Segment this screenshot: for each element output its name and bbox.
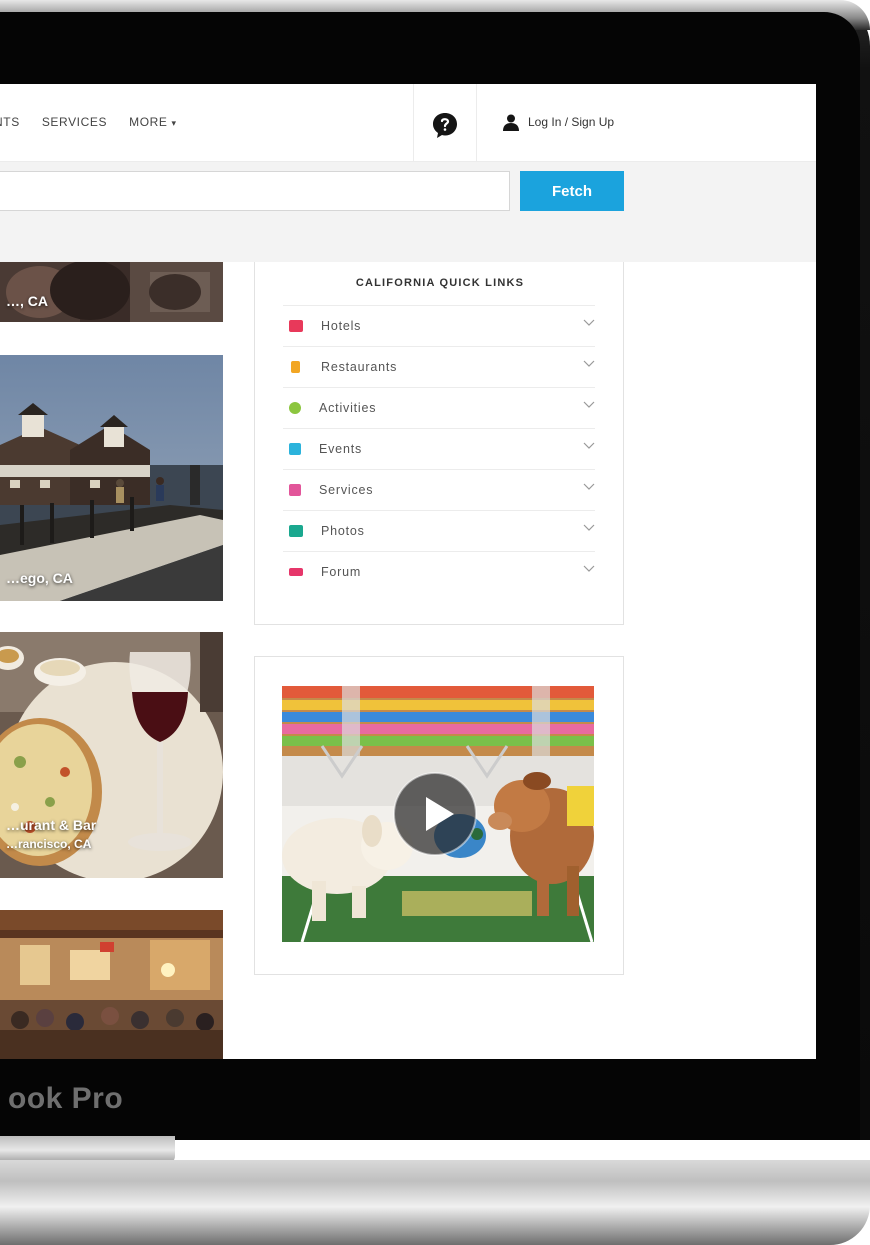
quick-link-services[interactable]: Services bbox=[283, 469, 595, 510]
chevron-down-icon bbox=[583, 360, 595, 367]
device-model-label: ook Pro bbox=[8, 1082, 124, 1115]
search-bar: Fetch bbox=[0, 162, 816, 262]
nav-divider bbox=[413, 84, 414, 162]
quick-link-label: Photos bbox=[321, 524, 365, 538]
quick-link-label: Hotels bbox=[321, 319, 362, 333]
video-thumbnail[interactable] bbox=[282, 686, 594, 942]
chevron-down-icon bbox=[583, 319, 595, 326]
search-input[interactable] bbox=[0, 171, 510, 211]
play-icon[interactable] bbox=[392, 771, 478, 857]
quick-link-label: Restaurants bbox=[321, 360, 398, 374]
card-caption: …ego, CA bbox=[6, 570, 73, 586]
user-icon bbox=[503, 114, 519, 131]
nav-link-events[interactable]: NTS bbox=[0, 115, 20, 129]
events-icon bbox=[289, 443, 301, 455]
nav-link-more[interactable]: MORE ▾ bbox=[129, 115, 177, 129]
nav-divider bbox=[476, 84, 477, 162]
fetch-button[interactable]: Fetch bbox=[520, 171, 624, 211]
top-navigation: NTS SERVICES MORE▾ Log In / Sign Up bbox=[0, 84, 816, 162]
services-bag-icon bbox=[289, 484, 301, 496]
chevron-down-icon bbox=[583, 524, 595, 531]
quick-link-label: Activities bbox=[319, 401, 377, 415]
destination-card[interactable]: …ego, CA bbox=[0, 355, 223, 601]
hotel-bed-icon bbox=[289, 320, 303, 332]
quick-link-activities[interactable]: Activities bbox=[283, 387, 595, 428]
quick-links-title: CALIFORNIA QUICK LINKS bbox=[355, 277, 525, 289]
chevron-down-icon: ▾ bbox=[171, 118, 177, 128]
destination-card[interactable]: …urant & Bar …rancisco, CA bbox=[0, 632, 223, 878]
quick-link-restaurants[interactable]: Restaurants bbox=[283, 346, 595, 387]
restaurant-icon bbox=[291, 361, 300, 373]
destination-card[interactable]: …, CA bbox=[0, 262, 223, 322]
quick-link-label: Forum bbox=[321, 565, 362, 579]
nav-link-more-label: MORE bbox=[129, 115, 168, 129]
laptop-base bbox=[0, 1160, 870, 1245]
video-widget bbox=[254, 656, 624, 975]
quick-links-list: Hotels Restaurants Activities Events Ser bbox=[283, 305, 595, 592]
quick-links-panel: CALIFORNIA QUICK LINKS Hotels Restaurant… bbox=[254, 262, 624, 625]
card-caption: …, CA bbox=[6, 293, 48, 309]
chevron-down-icon bbox=[583, 483, 595, 490]
quick-link-photos[interactable]: Photos bbox=[283, 510, 595, 551]
destination-photo bbox=[0, 355, 223, 601]
quick-link-label: Services bbox=[319, 483, 374, 497]
nav-links: NTS SERVICES MORE▾ bbox=[0, 115, 177, 129]
destination-photo bbox=[0, 910, 223, 1059]
quick-link-forum[interactable]: Forum bbox=[283, 551, 595, 592]
card-caption-line2: …rancisco, CA bbox=[6, 837, 92, 851]
quick-link-label: Events bbox=[319, 442, 363, 456]
quick-link-events[interactable]: Events bbox=[283, 428, 595, 469]
chevron-down-icon bbox=[583, 442, 595, 449]
chevron-down-icon bbox=[583, 401, 595, 408]
destination-card[interactable] bbox=[0, 910, 223, 1059]
nav-link-services[interactable]: SERVICES bbox=[42, 115, 107, 129]
login-signup-link[interactable]: Log In / Sign Up bbox=[502, 113, 614, 131]
photos-camera-icon bbox=[289, 525, 303, 537]
forum-icon bbox=[289, 568, 303, 576]
activities-icon bbox=[289, 402, 301, 414]
browser-screen: NTS SERVICES MORE▾ Log In / Sign Up Fet bbox=[0, 84, 816, 1059]
chevron-down-icon bbox=[583, 565, 595, 572]
card-caption-line1: …urant & Bar bbox=[6, 817, 97, 833]
login-signup-label: Log In / Sign Up bbox=[528, 115, 615, 129]
quick-link-hotels[interactable]: Hotels bbox=[283, 305, 595, 346]
chat-bubble-icon[interactable] bbox=[430, 110, 460, 140]
